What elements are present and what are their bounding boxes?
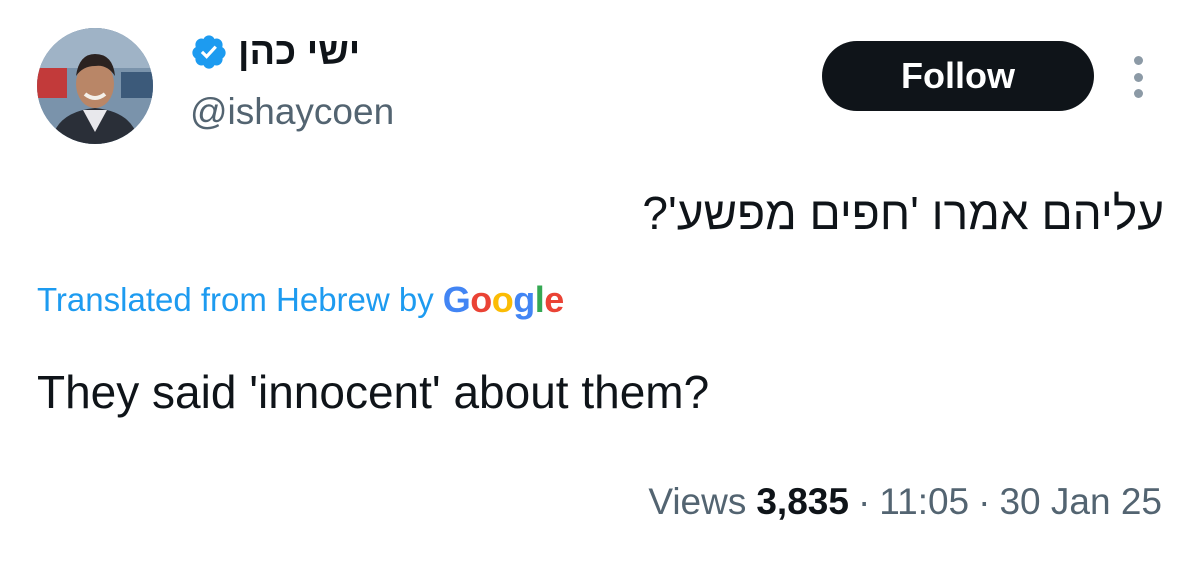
author-display-name[interactable]: ישי כהן <box>238 28 360 76</box>
google-logo: Google <box>442 279 565 320</box>
tweet-text-original: עליהם אמרו 'חפים מפשע'? <box>642 187 1164 239</box>
more-dot <box>1133 89 1143 98</box>
meta-separator: · <box>978 481 991 522</box>
views-label: Views <box>648 481 747 522</box>
more-dot <box>1133 72 1143 82</box>
author-name-row[interactable]: ישי כהן <box>190 28 360 76</box>
meta-separator: · <box>857 481 871 522</box>
follow-button[interactable]: Follow <box>822 41 1094 111</box>
tweet-time[interactable]: 11:05 <box>879 481 969 523</box>
verified-badge-icon <box>192 35 226 69</box>
translation-label[interactable]: Translated from Hebrew by <box>37 281 434 319</box>
author-handle[interactable]: @ishaycoen <box>190 88 394 136</box>
views-count: 3,835 <box>756 481 849 522</box>
more-dot <box>1133 56 1143 65</box>
tweet-meta: Views 3,835 · 11:05 · 30 Jan 25 <box>648 474 1162 530</box>
more-vertical-icon[interactable] <box>1124 56 1152 98</box>
tweet-date[interactable]: 30 Jan 25 <box>999 481 1162 523</box>
author-avatar[interactable] <box>37 28 153 144</box>
tweet-text-translated: They said 'innocent' about them? <box>37 366 710 418</box>
translation-attribution: Translated from Hebrew by Google <box>37 272 564 328</box>
avatar-photo <box>37 28 153 144</box>
